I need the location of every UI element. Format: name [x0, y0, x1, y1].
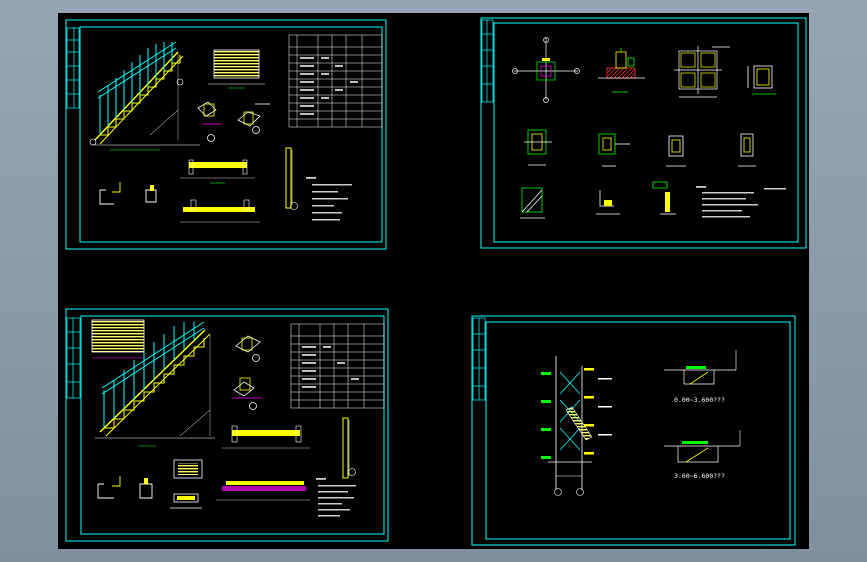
- channel-sections-3: [97, 476, 153, 499]
- stair-tower-elevation: [541, 356, 612, 496]
- general-notes-1: [306, 177, 352, 221]
- post-detail-3: [342, 417, 356, 479]
- general-notes-3: [316, 478, 356, 517]
- section-b-label: 3.60~6.600???: [674, 472, 725, 480]
- connection-detail-a: [524, 129, 552, 166]
- plate-detail: [652, 181, 676, 215]
- angle-detail: [596, 190, 620, 215]
- sheet-3: [65, 308, 389, 542]
- floor-section-a: 0.00~3.600???: [664, 350, 737, 404]
- grating-plan-3: [91, 319, 145, 359]
- table-3-cells: [302, 346, 359, 388]
- sheet-2: [480, 17, 807, 249]
- materials-table-3: [290, 323, 385, 409]
- floor-section-b: 3.60~6.600???: [664, 430, 741, 480]
- bracing-detail: [520, 187, 545, 219]
- table-1-cells: [300, 57, 358, 115]
- base-plate-section: [598, 48, 645, 93]
- detail-3-2: [232, 377, 262, 410]
- grating-plan-1: [208, 49, 265, 89]
- sheet-4-title-strip: [472, 317, 486, 401]
- beam-detail-1: [180, 159, 260, 223]
- stair-elevation-1: [89, 41, 200, 151]
- connection-detail-d: [738, 133, 756, 167]
- sheet-1: [65, 19, 387, 250]
- connection-detail-b: [598, 133, 630, 167]
- sheet-4: 0.00~3.600??? 3.60~6.600???: [471, 315, 796, 546]
- general-notes-2: [696, 186, 786, 218]
- detail-1-1: [197, 101, 222, 142]
- cad-drawing: 0.00~3.600??? 3.60~6.600???: [65, 17, 807, 546]
- detail-3-1: [235, 335, 261, 362]
- stringer-section-3: [170, 459, 203, 509]
- sheet-3-title-strip: [66, 317, 81, 399]
- detail-1-2: [237, 103, 270, 134]
- beam-detail-3: [216, 425, 310, 501]
- post-detail-1: [285, 147, 298, 210]
- sheet-1-title-strip: [66, 27, 80, 109]
- section-a-label: 0.00~3.600???: [674, 396, 725, 404]
- sheet-2-title-strip: [481, 19, 494, 103]
- foundation-grid: [674, 46, 730, 98]
- channel-sections-1: [99, 182, 157, 205]
- column-base-plan: [512, 37, 580, 103]
- connection-detail-c: [666, 135, 686, 167]
- box-column-section: [747, 65, 776, 95]
